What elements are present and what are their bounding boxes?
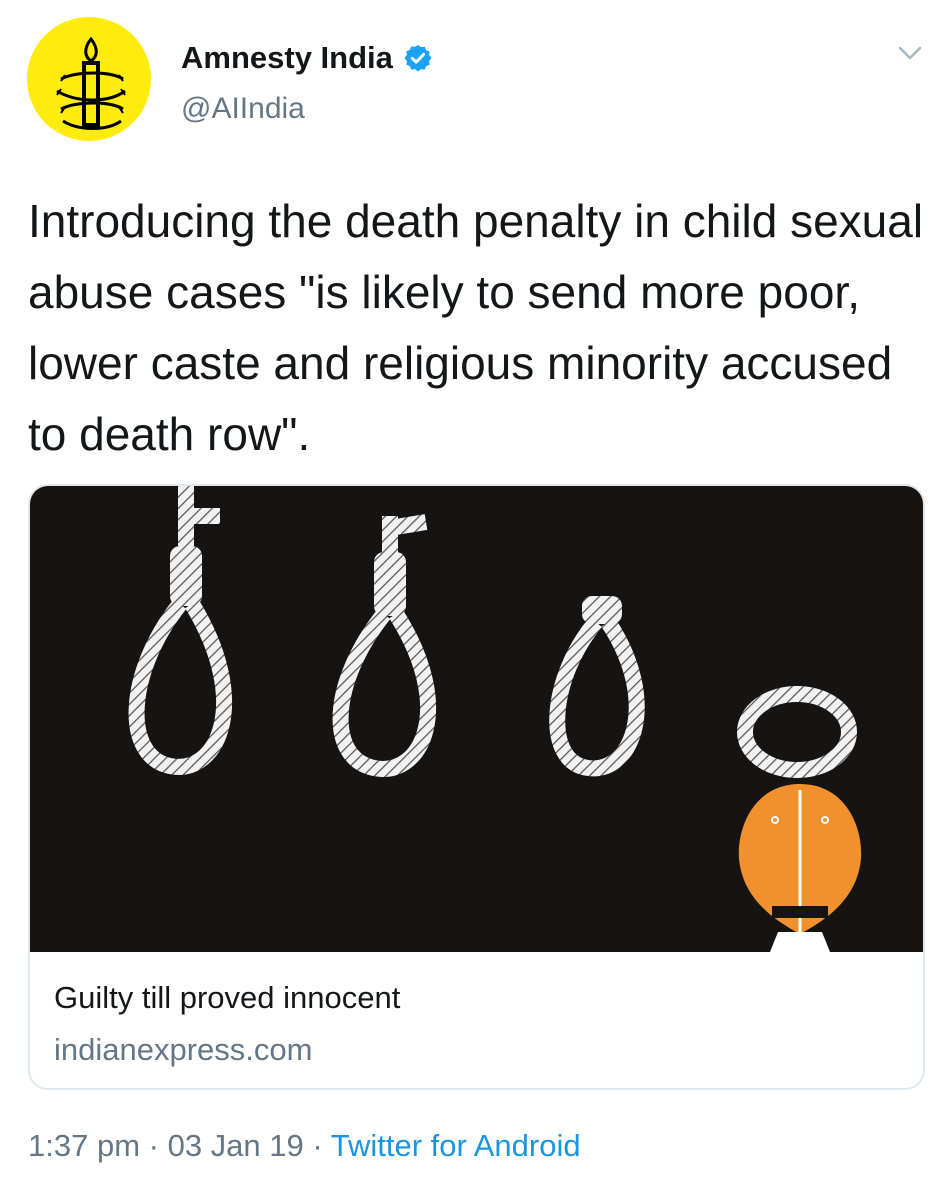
tweet-text: Introducing the death penalty in child s… [28, 195, 924, 460]
amnesty-candle-logo-icon [56, 36, 126, 130]
avatar[interactable] [27, 17, 151, 141]
noose-1 [128, 486, 233, 775]
card-title[interactable]: Guilty till proved innocent [54, 980, 400, 1016]
tweet-date: 03 Jan 19 [167, 1128, 304, 1163]
card-image [30, 486, 923, 952]
orange-figure [738, 784, 862, 952]
nooses-illustration-icon [128, 486, 862, 952]
card-domain: indianexpress.com [54, 1032, 313, 1067]
author-display-name[interactable]: Amnesty India [181, 40, 393, 76]
link-card[interactable]: Guilty till proved innocent indianexpres… [28, 484, 925, 1090]
halo-ring [737, 686, 857, 778]
noose-2 [332, 514, 437, 777]
author-name-row[interactable]: Amnesty India [181, 40, 433, 76]
tweet-time: 1:37 pm [28, 1128, 141, 1163]
meta-separator: · [303, 1128, 331, 1163]
author-handle[interactable]: @AIIndia [181, 92, 305, 126]
noose-3 [549, 596, 645, 777]
chevron-down-icon[interactable] [897, 44, 923, 62]
verified-badge-icon [404, 44, 432, 72]
tweet-meta: 1:37 pm · 03 Jan 19 · Twitter for Androi… [28, 1128, 581, 1164]
meta-separator: · [140, 1128, 168, 1163]
tweet-source-link[interactable]: Twitter for Android [331, 1128, 581, 1163]
